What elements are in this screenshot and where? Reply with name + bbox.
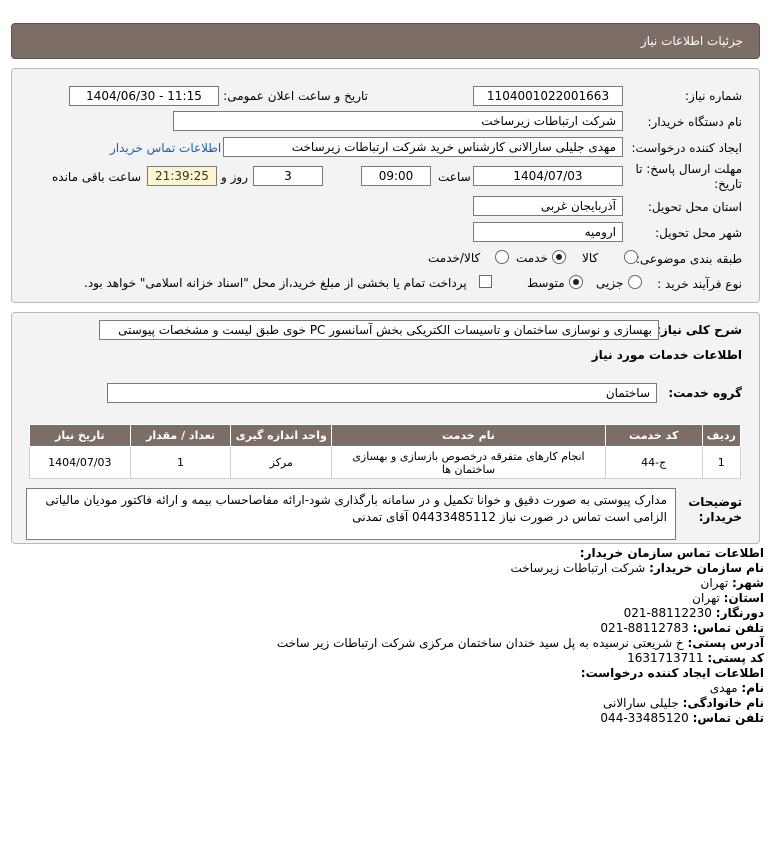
- creator-phone-value: 044-33485120: [600, 711, 689, 725]
- buyer-org-field[interactable]: شرکت ارتباطات زیرساخت: [173, 111, 623, 131]
- col-service-name: نام خدمت: [331, 424, 606, 447]
- creator-phone-label: تلفن تماس:: [692, 711, 764, 725]
- deadline-time-field[interactable]: 09:00: [361, 166, 431, 186]
- col-need-date: تاریخ نیاز: [29, 424, 131, 447]
- contact-province-value: تهران: [692, 591, 720, 605]
- contact-heading: اطلاعات تماس سازمان خریدار:: [579, 546, 764, 560]
- city-field[interactable]: ارومیه: [473, 222, 623, 242]
- service-group-field[interactable]: ساختمان: [107, 383, 657, 403]
- contact-org-line: نام سازمان خریدار: شرکت ارتباطات زیرساخت: [511, 561, 764, 575]
- page-title: جزئیات اطلاعات نیاز: [640, 34, 743, 48]
- announce-date-field[interactable]: 1404/06/30 - 11:15: [69, 86, 219, 106]
- creator-heading: اطلاعات ایجاد کننده درخواست:: [580, 666, 764, 680]
- creator-family-value: جلیلی سارالانی: [602, 696, 679, 710]
- creator-name-line: نام: مهدی: [710, 681, 764, 695]
- process-option-minor: جزیی: [596, 276, 624, 290]
- process-radio-minor[interactable]: [628, 275, 642, 289]
- remaining-time-field: 21:39:25: [147, 166, 217, 186]
- category-option-service: خدمت: [516, 251, 548, 265]
- table-header-row: ردیف کد خدمت نام خدمت واحد اندازه گیری ت…: [29, 424, 742, 447]
- contact-postal-label: کد پستی:: [707, 651, 764, 665]
- contact-city-label: شهر:: [732, 576, 764, 590]
- category-option-goods-service: کالا/خدمت: [428, 251, 481, 265]
- creator-name-value: مهدی: [709, 681, 738, 695]
- province-field[interactable]: آذربایجان غربی: [473, 196, 623, 216]
- deadline-date-field[interactable]: 1404/07/03: [473, 166, 623, 186]
- treasury-note: پرداخت تمام یا بخشی از مبلغ خرید،از محل …: [84, 276, 467, 290]
- remaining-label: ساعت باقی مانده: [52, 170, 142, 184]
- category-option-goods: کالا: [582, 251, 599, 265]
- city-label: شهر محل تحویل:: [655, 226, 742, 240]
- cell-service-code: ج-44: [604, 446, 703, 479]
- need-number-label: شماره نیاز:: [685, 89, 742, 103]
- description-label: شرح کلی نیاز:: [656, 323, 742, 337]
- contact-org-value: شرکت ارتباطات زیرساخت: [510, 561, 646, 575]
- col-quantity: تعداد / مقدار: [129, 424, 232, 447]
- cell-row: 1: [701, 446, 742, 479]
- treasury-checkbox[interactable]: [479, 275, 492, 288]
- deadline-label: مهلت ارسال پاسخ: تا: [635, 162, 742, 176]
- contact-province-label: استان:: [723, 591, 764, 605]
- contact-address-value: خ شریعتی نرسیده به پل سید خندان ساختمان …: [276, 636, 684, 650]
- category-radio-goods-service[interactable]: [495, 250, 509, 264]
- deadline-label-date: تاریخ:: [714, 177, 742, 191]
- category-label: طبقه بندی موضوعی:: [635, 252, 742, 266]
- process-radio-medium[interactable]: [569, 275, 583, 289]
- col-unit: واحد اندازه گیری: [230, 424, 333, 447]
- days-label: روز و: [221, 170, 248, 184]
- contact-fax-label: دورنگار:: [715, 606, 764, 620]
- buyer-contact-link[interactable]: اطلاعات تماس خریدار: [110, 141, 221, 155]
- contact-address-label: آدرس پستی:: [687, 636, 764, 650]
- process-option-medium: متوسط: [527, 276, 565, 290]
- category-radio-goods[interactable]: [624, 250, 638, 264]
- buyer-notes-field[interactable]: مدارک پیوستی به صورت دقیق و خوانا تکمیل …: [26, 488, 676, 540]
- buyer-org-label: نام دستگاه خریدار:: [647, 115, 743, 129]
- buyer-notes-label-2: خریدار:: [698, 510, 742, 524]
- contact-fax-value: 021-88112230: [623, 606, 712, 620]
- contact-phone-line: تلفن تماس: 021-88112783: [600, 621, 764, 635]
- buyer-notes-label: توضیحات: [688, 495, 742, 509]
- col-service-code: کد خدمت: [604, 424, 703, 447]
- announce-label: تاریخ و ساعت اعلان عمومی:: [223, 89, 368, 103]
- creator-family-label: نام خانوادگی:: [682, 696, 764, 710]
- description-field[interactable]: بهسازی و نوسازی ساختمان و تاسیسات الکتری…: [99, 320, 659, 340]
- contact-phone-value: 021-88112783: [600, 621, 689, 635]
- creator-label: ایجاد کننده درخواست:: [631, 141, 742, 155]
- contact-fax-line: دورنگار: 021-88112230: [624, 606, 764, 620]
- creator-field[interactable]: مهدی جلیلی سارالانی کارشناس خرید شرکت ار…: [223, 137, 623, 157]
- contact-postal-line: کد پستی: 1631713711: [627, 651, 764, 665]
- contact-province-line: استان: تهران: [692, 591, 764, 605]
- province-label: استان محل تحویل:: [647, 200, 742, 214]
- cell-need-date: 1404/07/03: [29, 446, 131, 479]
- cell-unit: مرکز: [230, 446, 333, 479]
- cell-service-name: انجام کارهای متفرقه درخصوص بازسازی و بهس…: [331, 446, 606, 479]
- table-row: 1 ج-44 انجام کارهای متفرقه درخصوص بازساز…: [29, 446, 742, 479]
- services-table: ردیف کد خدمت نام خدمت واحد اندازه گیری ت…: [29, 424, 742, 479]
- creator-name-label: نام:: [741, 681, 764, 695]
- contact-city-value: تهران: [700, 576, 729, 590]
- creator-phone-line: تلفن تماس: 044-33485120: [600, 711, 764, 725]
- service-group-label: گروه خدمت:: [668, 386, 742, 400]
- contact-phone-label: تلفن تماس:: [692, 621, 764, 635]
- contact-org-label: نام سازمان خریدار:: [649, 561, 764, 575]
- contact-city-line: شهر: تهران: [701, 576, 764, 590]
- days-field[interactable]: 3: [253, 166, 323, 186]
- creator-family-line: نام خانوادگی: جلیلی سارالانی: [603, 696, 764, 710]
- category-radio-service[interactable]: [552, 250, 566, 264]
- time-label: ساعت: [438, 170, 471, 184]
- services-heading: اطلاعات خدمات مورد نیاز: [591, 348, 742, 362]
- page-header: جزئیات اطلاعات نیاز: [11, 23, 760, 59]
- cell-quantity: 1: [129, 446, 232, 479]
- contact-address-line: آدرس پستی: خ شریعتی نرسیده به پل سید خند…: [277, 636, 764, 650]
- contact-postal-value: 1631713711: [627, 651, 704, 665]
- process-label: نوع فرآیند خرید :: [657, 277, 742, 291]
- need-number-field[interactable]: 1104001022001663: [473, 86, 623, 106]
- col-row: ردیف: [701, 424, 742, 447]
